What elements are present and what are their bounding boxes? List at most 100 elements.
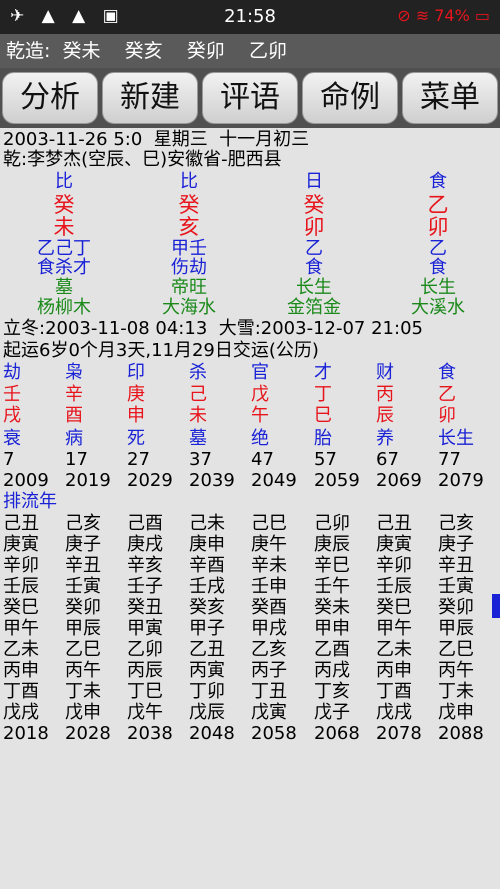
annual-luck-label[interactable]: 排流年: [3, 492, 57, 512]
analyze-button[interactable]: 分析: [2, 72, 98, 124]
annual-year-item: 戊申: [65, 702, 101, 723]
luck-stage: 墓: [189, 428, 207, 449]
luck-age: 67: [376, 449, 399, 470]
pillar-god: 比: [180, 171, 198, 192]
luck-god: 才: [314, 362, 332, 383]
pillar-stem: 癸: [303, 193, 325, 217]
annual-end-year: 2068: [314, 723, 360, 744]
annual-year-item: 辛丑: [65, 555, 101, 576]
annual-year-item: 壬寅: [438, 576, 474, 597]
pillar-stage: 帝旺: [171, 277, 207, 298]
luck-year: 2069: [376, 470, 422, 491]
annual-year-item: 己未: [189, 513, 225, 534]
person-line: 乾:李梦杰(空辰、巳)安徽省-肥西县: [3, 149, 282, 170]
luck-year: 2049: [251, 470, 297, 491]
annual-year-item: 庚寅: [376, 534, 412, 555]
luck-branch: 戌: [3, 405, 21, 426]
annual-year-item: 己卯: [314, 513, 350, 534]
scrollbar[interactable]: [492, 594, 500, 618]
annual-year-item: 己亥: [65, 513, 101, 534]
annual-year-item: 庚午: [251, 534, 287, 555]
luck-year: 2009: [3, 470, 49, 491]
annual-year-item: 丙午: [438, 660, 474, 681]
annual-year-item: 庚辰: [314, 534, 350, 555]
annual-year-item: 甲子: [189, 618, 225, 639]
annual-year-item: 己亥: [438, 513, 474, 534]
annual-year-item: 丙申: [3, 660, 39, 681]
annual-year-item: 癸未: [314, 597, 350, 618]
annual-year-item: 乙丑: [189, 639, 225, 660]
toolbar: 分析 新建 评语 命例 菜单: [0, 68, 500, 128]
pillar-branch: 卯: [427, 215, 449, 239]
pillar-nayin: 大海水: [162, 297, 216, 318]
annual-year-item: 癸丑: [127, 597, 163, 618]
annual-year-item: 戊子: [314, 702, 350, 723]
luck-god: 财: [376, 362, 394, 383]
annual-year-item: 辛巳: [314, 555, 350, 576]
annual-year-item: 戊辰: [189, 702, 225, 723]
annual-year-item: 壬寅: [65, 576, 101, 597]
luck-start: 起运6岁0个月3天,11月29日交运(公历): [3, 340, 319, 361]
luck-year: 2079: [438, 470, 484, 491]
luck-stem: 戊: [251, 384, 269, 405]
luck-stem: 己: [189, 384, 207, 405]
pillar-hidden-gods: 食: [429, 257, 447, 278]
luck-age: 47: [251, 449, 274, 470]
annual-end-year: 2038: [127, 723, 173, 744]
status-right-icons: ⊘ ≋ 74% ▭: [397, 6, 490, 25]
annual-year-item: 乙未: [376, 639, 412, 660]
annual-year-item: 甲寅: [127, 618, 163, 639]
annual-year-item: 甲午: [3, 618, 39, 639]
luck-stem: 壬: [3, 384, 21, 405]
luck-year: 2019: [65, 470, 111, 491]
luck-year: 2059: [314, 470, 360, 491]
pillar-nayin: 金箔金: [287, 297, 341, 318]
pillar-hidden-stems: 乙: [429, 238, 447, 259]
pillar-nayin: 大溪水: [411, 297, 465, 318]
annual-year-item: 辛亥: [127, 555, 163, 576]
annual-year-item: 癸巳: [3, 597, 39, 618]
annual-year-item: 丁亥: [314, 681, 350, 702]
luck-stage: 病: [65, 428, 83, 449]
annual-year-item: 丙辰: [127, 660, 163, 681]
annual-end-year: 2028: [65, 723, 111, 744]
annual-end-year: 2048: [189, 723, 235, 744]
luck-stem: 丁: [314, 384, 332, 405]
pillar-nayin: 杨柳木: [37, 297, 91, 318]
annual-year-item: 乙亥: [251, 639, 287, 660]
annual-year-item: 戊午: [127, 702, 163, 723]
annual-year-item: 壬午: [314, 576, 350, 597]
pillar-branch: 未: [53, 215, 75, 239]
luck-stage: 绝: [251, 428, 269, 449]
annual-end-year: 2088: [438, 723, 484, 744]
pillar-god: 比: [55, 171, 73, 192]
solar-terms: 立冬:2003-11-08 04:13 大雪:2003-12-07 21:05: [3, 318, 423, 339]
luck-age: 7: [3, 449, 15, 470]
annual-year-item: 壬戌: [189, 576, 225, 597]
annual-end-year: 2018: [3, 723, 49, 744]
annual-year-item: 乙未: [3, 639, 39, 660]
pillar-hidden-gods: 食杀才: [37, 257, 91, 278]
pillar-god: 食: [429, 171, 447, 192]
annual-year-item: 戊申: [438, 702, 474, 723]
annual-year-item: 丙申: [376, 660, 412, 681]
luck-god: 劫: [3, 362, 21, 383]
new-button[interactable]: 新建: [102, 72, 198, 124]
annual-year-item: 癸巳: [376, 597, 412, 618]
menu-button[interactable]: 菜单: [402, 72, 498, 124]
annual-year-item: 己巳: [251, 513, 287, 534]
pillar-stage: 长生: [420, 277, 456, 298]
comment-button[interactable]: 评语: [202, 72, 298, 124]
annual-year-item: 丁酉: [376, 681, 412, 702]
pillar-hidden-gods: 伤劫: [171, 257, 207, 278]
pillar-stage: 长生: [296, 277, 332, 298]
pillar-stage: 墓: [55, 277, 73, 298]
annual-year-item: 乙卯: [127, 639, 163, 660]
annual-year-item: 乙巳: [65, 639, 101, 660]
annual-year-item: 辛丑: [438, 555, 474, 576]
annual-year-item: 癸亥: [189, 597, 225, 618]
pillar-hidden-gods: 食: [305, 257, 323, 278]
annual-year-item: 癸卯: [65, 597, 101, 618]
examples-button[interactable]: 命例: [302, 72, 398, 124]
chart-title: 乾造: 癸未 癸亥 癸卯 乙卯: [0, 34, 500, 68]
